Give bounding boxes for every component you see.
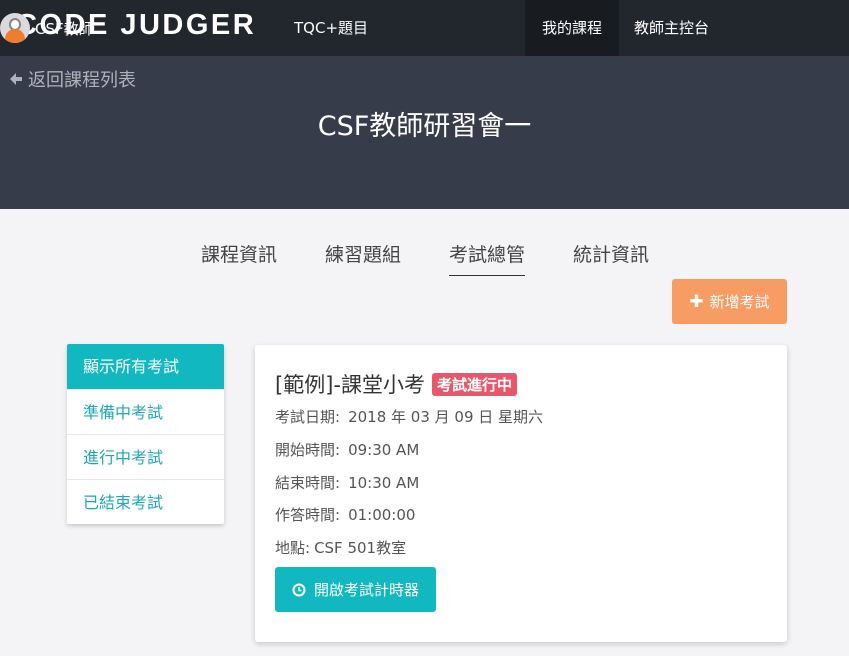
exam-card: [範例]-課堂小考 考試進行中 考試日期: 2018 年 03 月 09 日 星期…: [255, 345, 787, 642]
status-badge: 考試進行中: [431, 372, 517, 396]
open-exam-timer-button[interactable]: 開啟考試計時器: [275, 567, 436, 612]
tab-course-info[interactable]: 課程資訊: [201, 240, 277, 267]
plus-icon: ✚: [689, 291, 704, 312]
nav-tqc-questions[interactable]: TQC+題目: [294, 0, 368, 56]
clock-icon: [292, 583, 306, 596]
course-title: CSF教師研習會一: [317, 111, 532, 142]
duration-value: 01:00:00: [348, 506, 416, 524]
duration-label: 作答時間:: [275, 506, 341, 524]
duration-row: 作答時間: 01:00:00: [275, 504, 415, 525]
back-link-label: 返回課程列表: [28, 70, 136, 91]
exam-filter-sidebar: 顯示所有考試 準備中考試 進行中考試 已結束考試: [67, 344, 224, 524]
tab-practice-sets[interactable]: 練習題組: [325, 240, 401, 267]
start-time-label: 開始時間:: [275, 441, 341, 459]
start-time-value: 09:30 AM: [348, 441, 420, 459]
location-value: CSF 501教室: [314, 539, 407, 557]
filter-all-exams[interactable]: 顯示所有考試: [67, 344, 224, 389]
tab-statistics[interactable]: 統計資訊: [573, 240, 649, 267]
course-header: 返回課程列表 CSF教師研習會一: [0, 56, 849, 209]
brand-logo[interactable]: CODE JUDGER: [16, 9, 256, 42]
filter-preparing-exams[interactable]: 準備中考試: [67, 389, 224, 434]
nav-teacher-console[interactable]: 教師主控台: [634, 0, 709, 56]
end-time-value: 10:30 AM: [348, 474, 420, 492]
exam-title-row: [範例]-課堂小考 考試進行中: [275, 369, 517, 399]
location-row: 地點: CSF 501教室: [275, 537, 406, 558]
filter-ongoing-exams[interactable]: 進行中考試: [67, 434, 224, 479]
exam-title[interactable]: [範例]-課堂小考: [275, 369, 425, 399]
end-time-row: 結束時間: 10:30 AM: [275, 472, 419, 493]
timer-button-label: 開啟考試計時器: [313, 581, 419, 599]
add-exam-button[interactable]: ✚ 新增考試: [672, 279, 787, 324]
top-navbar: CODE JUDGER TQC+題目 我的課程 教師主控台 CSF教師: [0, 0, 849, 56]
nav-my-courses[interactable]: 我的課程: [525, 0, 619, 56]
back-to-course-list-link[interactable]: 返回課程列表: [8, 66, 136, 92]
exam-date-value: 2018 年 03 月 09 日 星期六: [348, 408, 544, 426]
course-tabs: 課程資訊 練習題組 考試總管 統計資訊: [0, 240, 849, 276]
exam-date-label: 考試日期:: [275, 408, 341, 426]
filter-ended-exams[interactable]: 已結束考試: [67, 479, 224, 524]
exam-date-row: 考試日期: 2018 年 03 月 09 日 星期六: [275, 406, 543, 427]
location-label: 地點:: [275, 539, 311, 557]
add-exam-label: 新增考試: [709, 293, 770, 311]
tab-exam-management[interactable]: 考試總管: [449, 240, 526, 276]
user-avatar-icon: [0, 13, 30, 43]
end-time-label: 結束時間:: [275, 474, 341, 492]
arrow-left-icon: [10, 73, 22, 85]
start-time-row: 開始時間: 09:30 AM: [275, 439, 419, 460]
